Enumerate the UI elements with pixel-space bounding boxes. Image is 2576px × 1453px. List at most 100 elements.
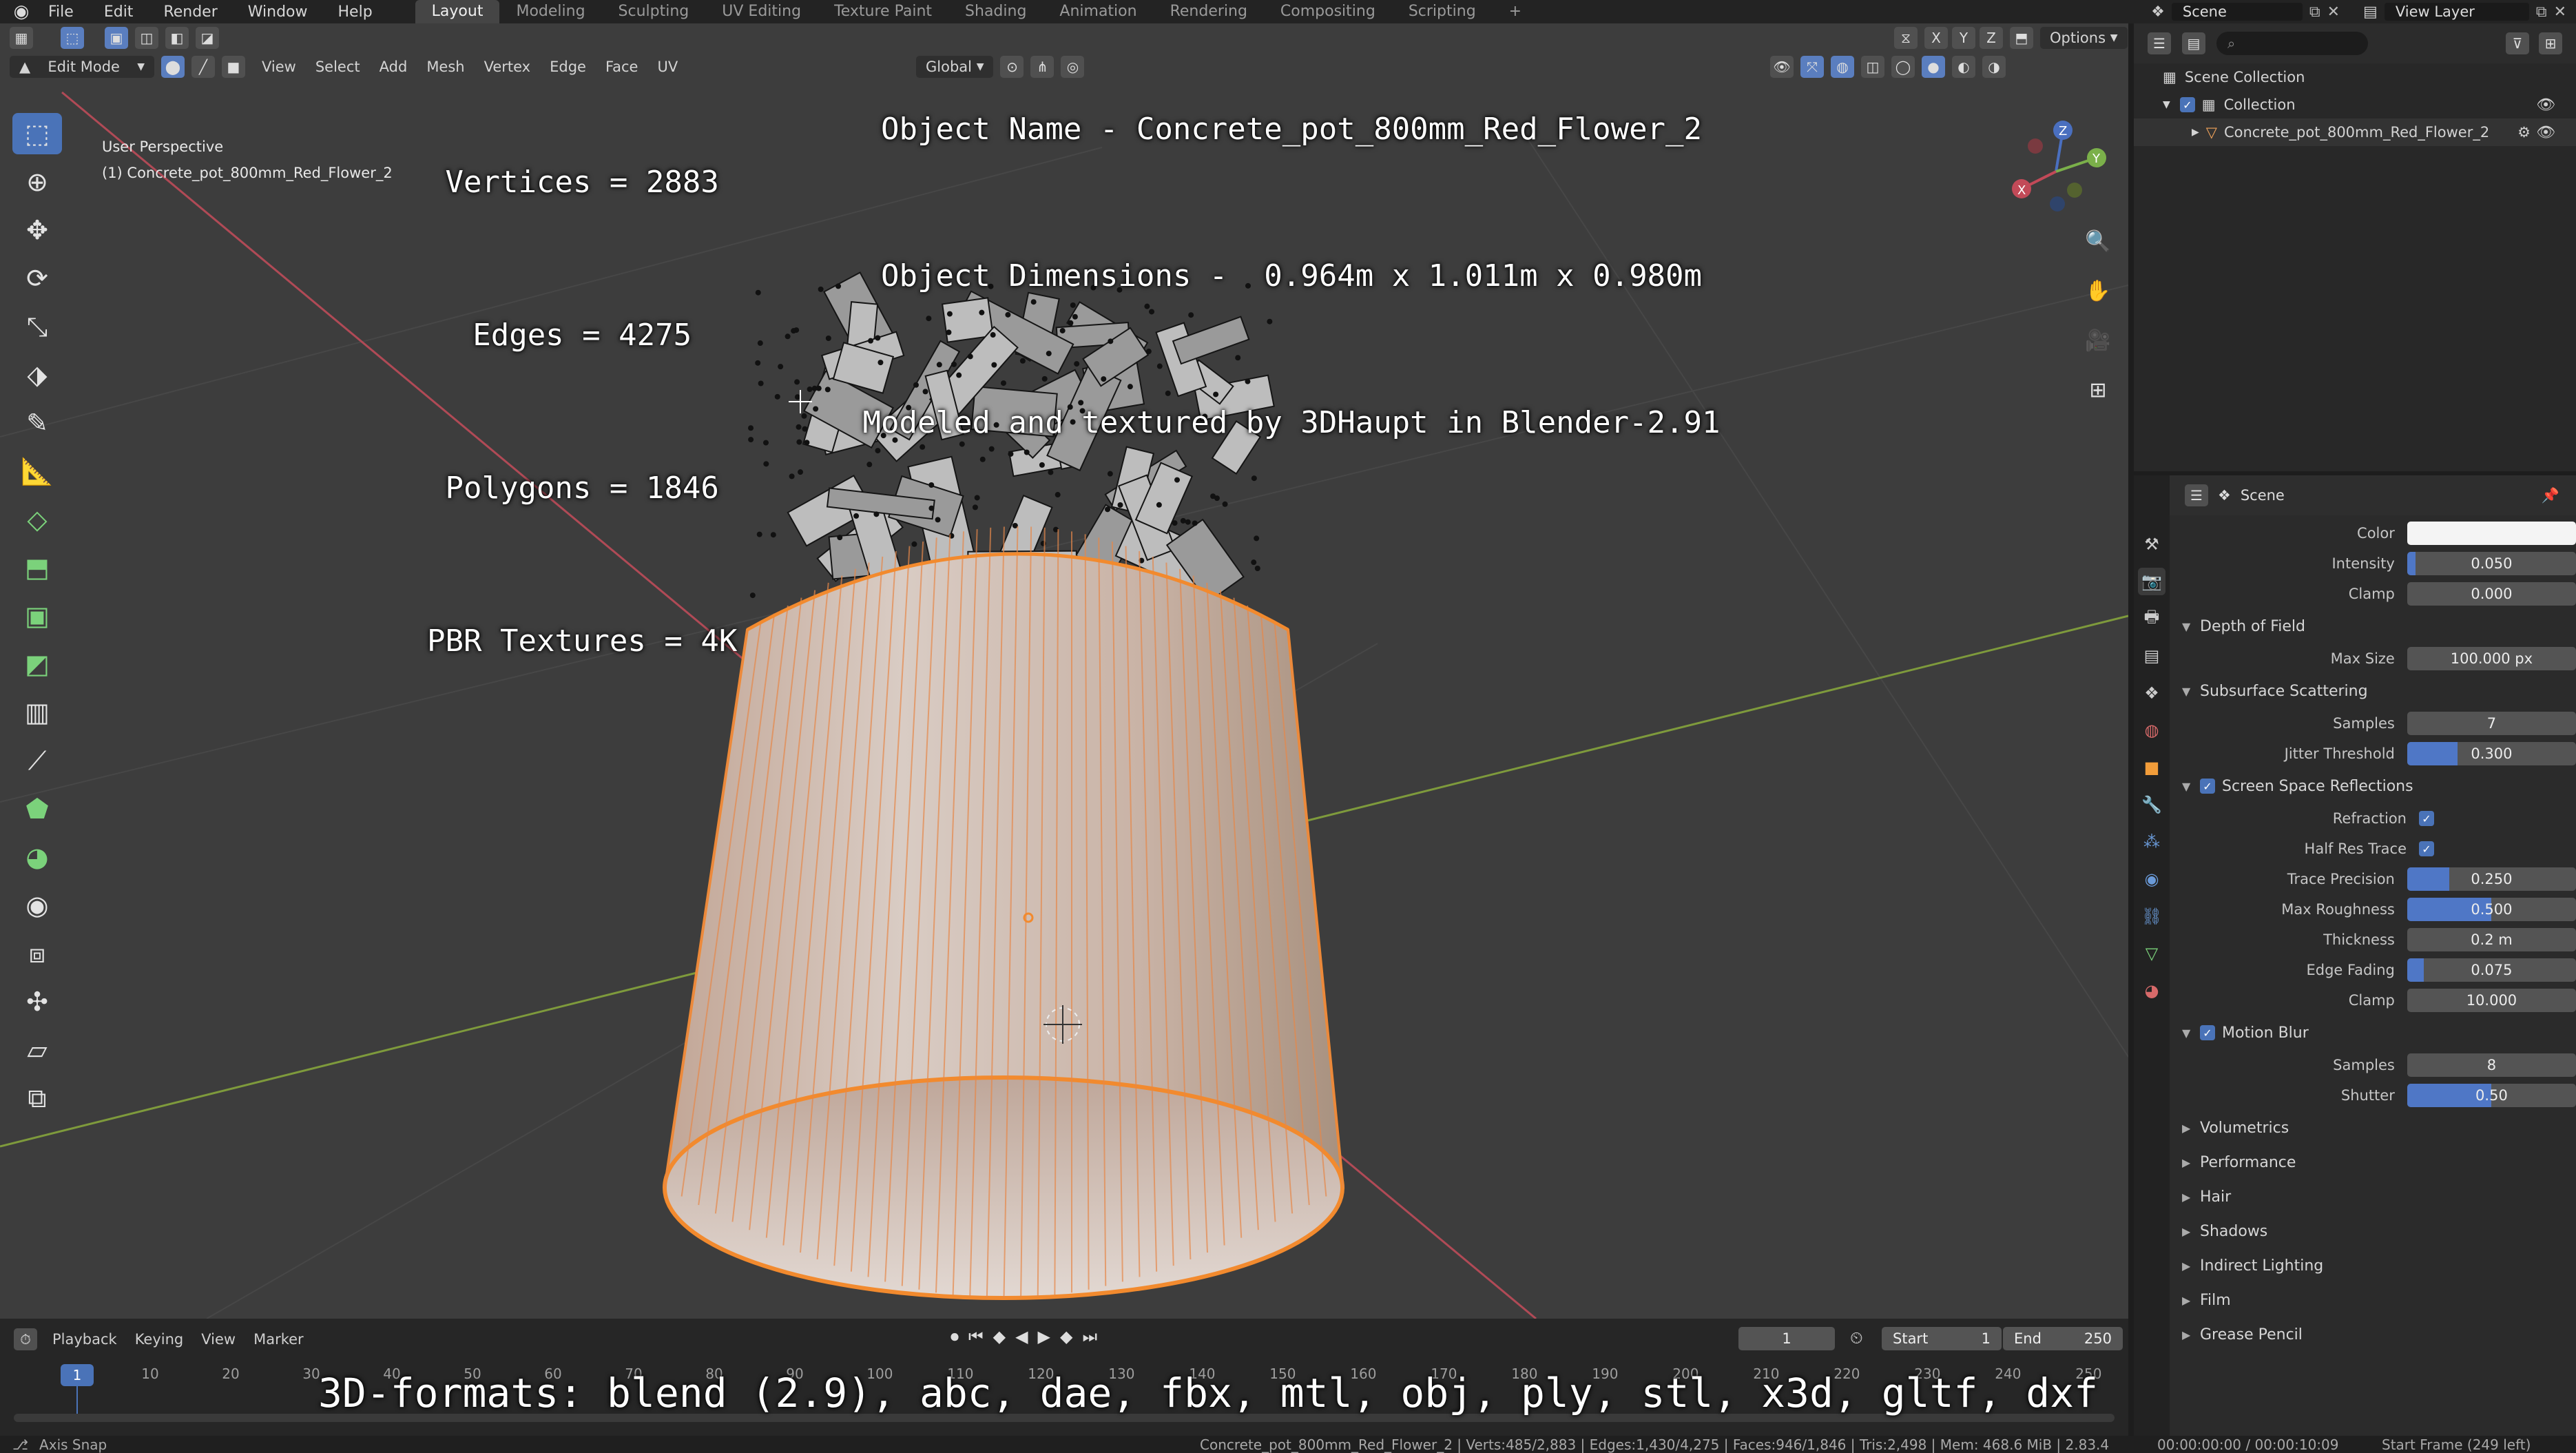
tab-sculpting[interactable]: Sculpting — [602, 0, 706, 23]
copy-scene-icon[interactable]: ⧉ — [2309, 3, 2320, 21]
motion-blur-shutter-field[interactable]: 0.50 — [2407, 1084, 2576, 1107]
start-frame-field[interactable]: Start 1 — [1882, 1327, 2002, 1350]
section-grease-pencil[interactable]: ▶ Grease Pencil — [2170, 1317, 2576, 1352]
menu-window[interactable]: Window — [233, 3, 323, 21]
screen-space-reflections-clamp-field[interactable]: 10.000 — [2407, 989, 2576, 1012]
vertex-select-icon[interactable]: ⬤ — [161, 56, 185, 78]
viewport-menu-select[interactable]: Select — [306, 59, 370, 75]
output-tab-icon[interactable]: 🖶 — [2138, 605, 2165, 632]
section-film[interactable]: ▶ Film — [2170, 1283, 2576, 1317]
select-mode-invert-icon[interactable]: ◪ — [196, 27, 219, 49]
navigation-gizmo[interactable]: X Y Z — [2012, 121, 2106, 212]
face-select-icon[interactable]: ■ — [222, 56, 245, 78]
move-icon[interactable]: ✥ — [12, 209, 62, 251]
section-indirect-lighting[interactable]: ▶ Indirect Lighting — [2170, 1248, 2576, 1283]
collection-checkbox[interactable]: ✓ — [2179, 97, 2195, 112]
timeline-menu-playback[interactable]: Playback — [52, 1331, 117, 1348]
overlays-icon[interactable]: ◍ — [1831, 56, 1854, 78]
rip-region-icon[interactable]: ⧉ — [12, 1078, 62, 1119]
add-workspace-icon[interactable]: + — [1493, 0, 1538, 23]
outliner-scene-collection[interactable]: ▦ Scene Collection — [2134, 63, 2576, 91]
auto-merge-icon[interactable]: ⬒ — [2010, 27, 2033, 49]
expand-arrow-icon[interactable]: ▼ — [2163, 99, 2170, 110]
menu-edit[interactable]: Edit — [89, 3, 149, 21]
rendered-shading-icon[interactable]: ◑ — [1982, 56, 2006, 78]
clock-icon[interactable]: ⏲ — [1850, 1328, 1863, 1348]
play-reverse-icon[interactable]: ◀ — [1015, 1327, 1028, 1346]
view-layer-tab-icon[interactable]: ▤ — [2138, 642, 2165, 670]
record-icon[interactable]: ⏺ — [951, 1327, 959, 1346]
viewport-menu-add[interactable]: Add — [370, 59, 417, 75]
cursor-icon[interactable]: ⊕ — [12, 161, 62, 203]
shear-icon[interactable]: ▱ — [12, 1029, 62, 1071]
expand-arrow-icon[interactable]: ▶ — [2192, 127, 2199, 138]
tab-shading[interactable]: Shading — [948, 0, 1043, 23]
transform-icon[interactable]: ⬗ — [12, 354, 62, 395]
eye-icon[interactable]: 👁 — [2536, 96, 2555, 114]
section-shadows[interactable]: ▶ Shadows — [2170, 1214, 2576, 1248]
tool-tab-icon[interactable]: ⚒ — [2138, 530, 2165, 558]
outliner-search-input[interactable]: ⌕ — [2216, 32, 2368, 55]
knife-icon[interactable]: ⟋ — [12, 740, 62, 781]
timeline-editor-type-icon[interactable]: ⏱ — [14, 1328, 37, 1350]
scale-icon[interactable]: ⤡ — [12, 306, 62, 347]
tab-scripting[interactable]: Scripting — [1392, 0, 1493, 23]
menu-render[interactable]: Render — [148, 3, 232, 21]
3d-viewport[interactable]: X Y Z ▦ ⬚ ▣ ◫ ◧ ◪ ▲ Edit Mode ▼ ⬤ ╱ ■ Vi… — [0, 23, 2128, 1319]
screen-space-reflections-half-res-trace-checkbox[interactable]: ✓ — [2419, 841, 2434, 856]
display-mode-icon[interactable]: ▤ — [2182, 32, 2205, 54]
constraints-tab-icon[interactable]: ⛓ — [2138, 903, 2165, 930]
mirror-x-button[interactable]: X — [1924, 27, 1948, 49]
section-screen-space-reflections[interactable]: ▼ ✓ Screen Space Reflections — [2170, 769, 2576, 803]
motion-blur-samples-field[interactable]: 8 — [2407, 1053, 2576, 1077]
screen-space-reflections-edge-fading-field[interactable]: 0.075 — [2407, 958, 2576, 982]
play-icon[interactable]: ▶ — [1038, 1327, 1050, 1346]
ortho-grid-icon[interactable]: ⊞ — [2080, 372, 2116, 408]
scene-icon[interactable]: ❖ — [2151, 3, 2165, 21]
remove-scene-icon[interactable]: ✕ — [2327, 3, 2340, 21]
outliner-collection[interactable]: ▼ ✓ ▦ Collection 👁 — [2134, 91, 2576, 118]
filter-icon[interactable]: ⊽ — [2506, 32, 2529, 54]
poly-build-icon[interactable]: ⬟ — [12, 788, 62, 829]
bevel-icon[interactable]: ◩ — [12, 643, 62, 685]
remove-view-layer-icon[interactable]: ✕ — [2554, 3, 2566, 21]
section-subsurface-scattering[interactable]: ▼ Subsurface Scattering — [2170, 674, 2576, 708]
view-layer-icon[interactable]: ▤ — [2363, 3, 2378, 21]
add-cube-icon[interactable]: ◇ — [12, 499, 62, 540]
pan-hand-icon[interactable]: ✋ — [2080, 273, 2116, 309]
current-frame-field[interactable]: 1 — [1738, 1327, 1835, 1350]
eye-icon[interactable]: 👁 — [2536, 124, 2555, 141]
section-volumetrics[interactable]: ▶ Volumetrics — [2170, 1111, 2576, 1145]
outliner-editor-type-icon[interactable]: ☰ — [2148, 32, 2171, 54]
render-tab-icon[interactable]: 📷 — [2138, 568, 2165, 595]
select-box-tool-icon[interactable]: ⬚ — [61, 27, 84, 49]
tab-texture-paint[interactable]: Texture Paint — [818, 0, 948, 23]
section-performance[interactable]: ▶ Performance — [2170, 1145, 2576, 1179]
timeline-menu-keying[interactable]: Keying — [135, 1331, 184, 1348]
shrink-fatten-icon[interactable]: ✣ — [12, 981, 62, 1022]
wireframe-shading-icon[interactable]: ◯ — [1891, 56, 1915, 78]
new-collection-icon[interactable]: ⊞ — [2539, 32, 2562, 54]
tab-compositing[interactable]: Compositing — [1264, 0, 1392, 23]
tab-uv-editing[interactable]: UV Editing — [705, 0, 818, 23]
spin-icon[interactable]: ◕ — [12, 836, 62, 878]
scene-tab-icon[interactable]: ❖ — [2138, 679, 2165, 707]
section-screen-space-reflections-checkbox[interactable]: ✓ — [2200, 779, 2215, 794]
mode-dropdown[interactable]: ▲ Edit Mode ▼ — [10, 56, 154, 78]
mirror-z-button[interactable]: Z — [1980, 27, 2003, 49]
options-dropdown[interactable]: Options ▼ — [2040, 27, 2128, 49]
view-layer-field[interactable]: View Layer — [2384, 3, 2529, 21]
section-hair[interactable]: ▶ Hair — [2170, 1179, 2576, 1214]
screen-space-reflections-thickness-field[interactable]: 0.2 m — [2407, 928, 2576, 951]
extrude-icon[interactable]: ⬒ — [12, 547, 62, 588]
tab-rendering[interactable]: Rendering — [1154, 0, 1264, 23]
subsurface-scattering-samples-field[interactable]: 7 — [2407, 712, 2576, 735]
section-motion-blur-checkbox[interactable]: ✓ — [2200, 1025, 2215, 1040]
screen-space-reflections-refraction-checkbox[interactable]: ✓ — [2419, 811, 2434, 826]
screen-space-reflections-trace-precision-field[interactable]: 0.250 — [2407, 867, 2576, 891]
mirror-y-button[interactable]: Y — [1952, 27, 1975, 49]
pin-icon[interactable]: 📌 — [2542, 487, 2559, 504]
prev-keyframe-icon[interactable]: ◆ — [993, 1327, 1006, 1346]
editor-type-icon[interactable]: ▦ — [10, 27, 33, 49]
camera-view-icon[interactable]: 🎥 — [2080, 322, 2116, 358]
